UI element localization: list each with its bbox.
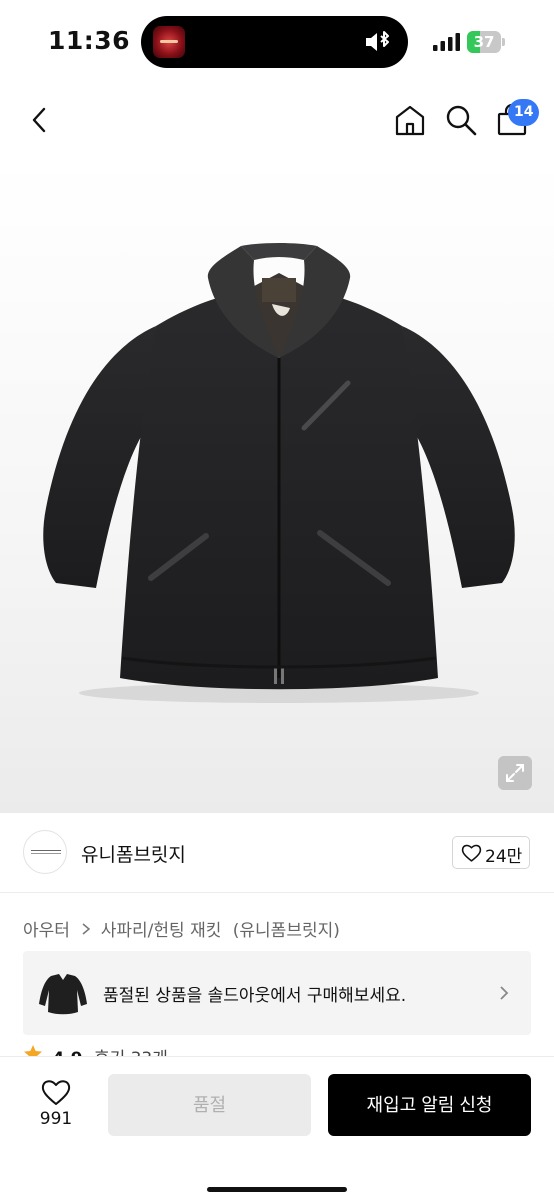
jacket-product-photo bbox=[43, 243, 515, 703]
breadcrumb: 아우터 사파리/헌팅 재킷 (유니폼브릿지) bbox=[23, 916, 340, 941]
chevron-right-icon bbox=[500, 986, 509, 1000]
chevron-right-icon bbox=[82, 922, 91, 935]
top-nav bbox=[0, 90, 554, 150]
banner-text: 품절된 상품을 솔드아웃에서 구매해보세요. bbox=[103, 986, 407, 1006]
expand-icon[interactable] bbox=[498, 756, 532, 790]
back-arrow-icon[interactable] bbox=[24, 104, 56, 136]
search-icon[interactable] bbox=[443, 102, 479, 138]
home-indicator bbox=[207, 1187, 347, 1192]
cellular-signal-icon bbox=[433, 33, 460, 51]
battery-indicator: 37 bbox=[467, 31, 505, 53]
status-bar: 11:36 37 bbox=[0, 0, 554, 84]
soldout-button: 품절 bbox=[108, 1074, 311, 1136]
cart-count-badge: 14 bbox=[508, 99, 540, 126]
brand-like-button[interactable]: 24만 bbox=[452, 836, 530, 869]
product-image[interactable] bbox=[0, 160, 554, 813]
wish-count: 991 bbox=[39, 1109, 73, 1129]
breadcrumb-brand[interactable]: (유니폼브릿지) bbox=[233, 916, 340, 941]
heart-icon bbox=[461, 844, 482, 862]
home-icon[interactable] bbox=[392, 102, 428, 138]
battery-level: 37 bbox=[473, 33, 495, 51]
brand-row: 유니폼브릿지 24만 bbox=[0, 813, 554, 893]
banner-product-thumbnail bbox=[39, 974, 87, 1015]
breadcrumb-category[interactable]: 아우터 bbox=[23, 916, 70, 941]
brand-like-count: 24만 bbox=[485, 847, 523, 867]
heart-icon[interactable] bbox=[40, 1077, 72, 1107]
dynamic-island[interactable] bbox=[141, 16, 408, 68]
product-detail-page: 11:36 37 14 유니폼브릿지 24만 아우터 사파리/헌팅 재킷 (유니… bbox=[0, 0, 554, 1200]
soldout-marketplace-banner[interactable]: 품절된 상품을 솔드아웃에서 구매해보세요. bbox=[23, 951, 531, 1035]
brand-name[interactable]: 유니폼브릿지 bbox=[81, 840, 186, 867]
bottom-action-bar: 991 품절 재입고 알림 신청 bbox=[0, 1056, 554, 1200]
breadcrumb-subcategory[interactable]: 사파리/헌팅 재킷 bbox=[101, 916, 222, 941]
brand-logo[interactable] bbox=[23, 830, 67, 874]
now-playing-artwork bbox=[153, 26, 185, 58]
speaker-bluetooth-icon bbox=[366, 31, 389, 51]
status-time: 11:36 bbox=[48, 26, 131, 55]
restock-alert-button[interactable]: 재입고 알림 신청 bbox=[328, 1074, 531, 1136]
